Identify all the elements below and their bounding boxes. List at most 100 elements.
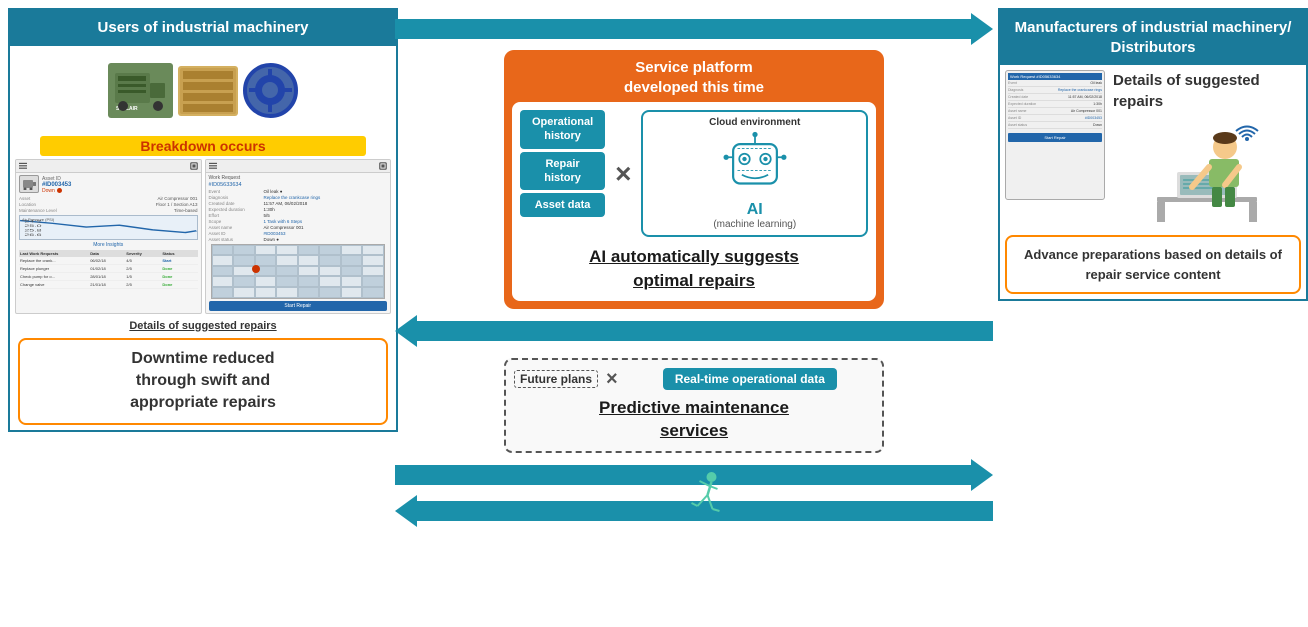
left-column: Users of industrial machinery SULLAIR: [0, 0, 390, 627]
top-right-arrow: [395, 13, 993, 45]
right-details-section: Details of suggested repairs: [1113, 70, 1301, 227]
operational-history-box: Operationalhistory: [520, 110, 605, 149]
top-arrow-row: [395, 13, 993, 45]
ai-brain-icon: [720, 131, 790, 201]
machine-compressor: SULLAIR: [108, 63, 173, 118]
mini-table: Last Work Requests Data Severity Status …: [19, 250, 198, 289]
machine-2: [178, 66, 238, 116]
cloud-label: Cloud environment: [709, 117, 800, 128]
details-label: Details of suggested repairs: [1113, 70, 1301, 112]
tablet-header-bar: Work Request #ID05633634: [1008, 73, 1102, 80]
wr-header-label: Work Request: [209, 175, 388, 181]
app-screen-work-request: Work Request #ID05633634 EventOil leak ●…: [205, 159, 392, 314]
service-platform-box: Service platformdeveloped this time Oper…: [504, 50, 884, 309]
table-row: Check pump for o... 28/01/18 1/5 Done: [19, 273, 198, 281]
arrow-head-b: [971, 459, 993, 491]
tablet-row-created: Created date11:57 AM, 06/02/2018: [1008, 95, 1102, 101]
arrow-shaft-mid: [417, 321, 993, 341]
repair-history-box: Repairhistory: [520, 152, 605, 191]
svg-text:25.8: 25.8: [24, 228, 41, 232]
wr-row-scope: Scope1 Task with 6 Steps: [209, 219, 388, 224]
middle-arrow-row: [395, 315, 993, 347]
future-plans-box: Future plans × Real-time operational dat…: [504, 358, 884, 454]
advance-preparations-box: Advance preparations based on details of…: [1005, 235, 1301, 294]
app-screens: Asset ID #ID003453 Down AssetAir Compres…: [10, 156, 396, 317]
arrow-head-bl: [395, 495, 417, 527]
app-screen-2-content: Work Request #ID05633634 EventOil leak ●…: [206, 173, 391, 313]
wr-row-effort: Effort5/5: [209, 213, 388, 218]
right-top-section: Work Request #ID05633634 EventOil leak D…: [1005, 70, 1301, 227]
tablet-row-asset-id: Asset ID#ID003453: [1008, 116, 1102, 122]
tablet-row-duration: Expected duration1:30h: [1008, 102, 1102, 108]
app-screen-2-header: [206, 160, 391, 173]
app-screen-1-header: [16, 160, 201, 173]
tablet-mockup: Work Request #ID05633634 EventOil leak D…: [1005, 70, 1105, 200]
tablet-row-event: EventOil leak: [1008, 81, 1102, 87]
tablet-start-repair[interactable]: Start Repair: [1008, 133, 1102, 142]
arrow-head-left: [395, 315, 417, 347]
data-boxes: Operationalhistory Repairhistory Asset d…: [520, 110, 605, 237]
app-screen-1-content: Asset ID #ID003453 Down AssetAir Compres…: [16, 173, 201, 291]
predictive-text: Predictive maintenanceservices: [514, 396, 874, 444]
platform-top-row: Operationalhistory Repairhistory Asset d…: [520, 110, 868, 237]
wr-row-event: EventOil leak ●: [209, 189, 388, 194]
wr-row-asset-id: Asset ID#ID003453: [209, 231, 388, 236]
right-panel: Manufacturers of industrial machinery/ D…: [998, 8, 1308, 301]
wr-row-created: Created date11:57 AM, 06/02/2018: [209, 201, 388, 206]
machinery-images: SULLAIR: [10, 46, 396, 136]
person-illustration: [1113, 117, 1301, 227]
wr-row-asset-status: Asset statusDown ●: [209, 237, 388, 242]
asset-row-asset: AssetAir Compressor 001: [19, 196, 198, 201]
ai-subtitle: (machine learning): [713, 219, 796, 230]
arrow-head: [971, 13, 993, 45]
arrow-shaft-bl: [417, 501, 993, 521]
left-panel-content: SULLAIR: [10, 46, 396, 430]
right-column: Manufacturers of industrial machinery/ D…: [998, 0, 1308, 627]
mini-chart: Air Pressure (PSI) 26.6 25.8 25.0 24.2: [19, 215, 198, 240]
arrow-shaft: [395, 19, 971, 39]
times-symbol: ×: [610, 110, 636, 237]
bottom-arrow-row-2: [395, 495, 993, 527]
app-screen-asset: Asset ID #ID003453 Down AssetAir Compres…: [15, 159, 202, 314]
future-label: Future plans: [514, 370, 598, 388]
more-insights[interactable]: More Insights: [19, 242, 198, 248]
floor-marker: [252, 265, 260, 273]
realtime-box: Real-time operational data: [663, 368, 837, 390]
running-person: [688, 471, 723, 521]
ai-suggests-text: AI automatically suggestsoptimal repairs: [520, 245, 868, 293]
platform-inner: Operationalhistory Repairhistory Asset d…: [512, 102, 876, 301]
left-panel: Users of industrial machinery SULLAIR: [8, 8, 398, 432]
svg-text:26.6: 26.6: [24, 233, 41, 237]
platform-title: Service platformdeveloped this time: [512, 58, 876, 97]
wr-row-duration: Expected duration1:30h: [209, 207, 388, 212]
machine-3: [243, 63, 298, 118]
wr-row-diagnosis: DiagnosisReplace the crankcase rings: [209, 195, 388, 200]
asset-row-maintenance: Maintenance LevelTime-based: [19, 208, 198, 213]
wr-row-asset-name: Asset nameAir Compressor 001: [209, 225, 388, 230]
arrow-shaft-b: [395, 465, 971, 485]
work-request-id: #ID05633634: [209, 182, 388, 188]
floor-plan: [211, 244, 386, 299]
table-row: Change valve 21/01/18 2/5 Done: [19, 281, 198, 289]
main-layout: Users of industrial machinery SULLAIR: [0, 0, 1308, 627]
future-times-symbol: ×: [603, 368, 621, 391]
table-row: Replace the crank... 06/02/18 4/5 Start: [19, 257, 198, 265]
bottom-left-arrow-row: [395, 495, 993, 527]
downtime-box: Downtime reducedthrough swift andappropr…: [18, 338, 388, 425]
middle-left-arrow: [395, 315, 993, 347]
left-panel-header: Users of industrial machinery: [10, 10, 396, 46]
svg-text:25.0: 25.0: [24, 224, 41, 228]
breakdown-label: Breakdown occurs: [40, 136, 366, 156]
tablet-row-status: Asset statusDown: [1008, 123, 1102, 129]
cloud-box: Cloud environment: [641, 110, 868, 237]
start-repair-button[interactable]: Start Repair: [209, 301, 388, 311]
center-column: Service platformdeveloped this time Oper…: [390, 0, 998, 627]
right-panel-content: Work Request #ID05633634 EventOil leak D…: [1000, 65, 1306, 299]
mini-table-header: Last Work Requests Data Severity Status: [19, 250, 198, 257]
tablet-row-diagnosis: DiagnosisReplace the crankcase rings: [1008, 88, 1102, 94]
right-panel-header: Manufacturers of industrial machinery/ D…: [1000, 10, 1306, 65]
tablet-row-asset-name: Asset nameAir Compressor 001: [1008, 109, 1102, 115]
future-plans-header: Future plans × Real-time operational dat…: [514, 368, 874, 391]
table-row: Replace plunger 01/02/18 2/5 Done: [19, 265, 198, 273]
ai-label: AI: [747, 201, 763, 219]
